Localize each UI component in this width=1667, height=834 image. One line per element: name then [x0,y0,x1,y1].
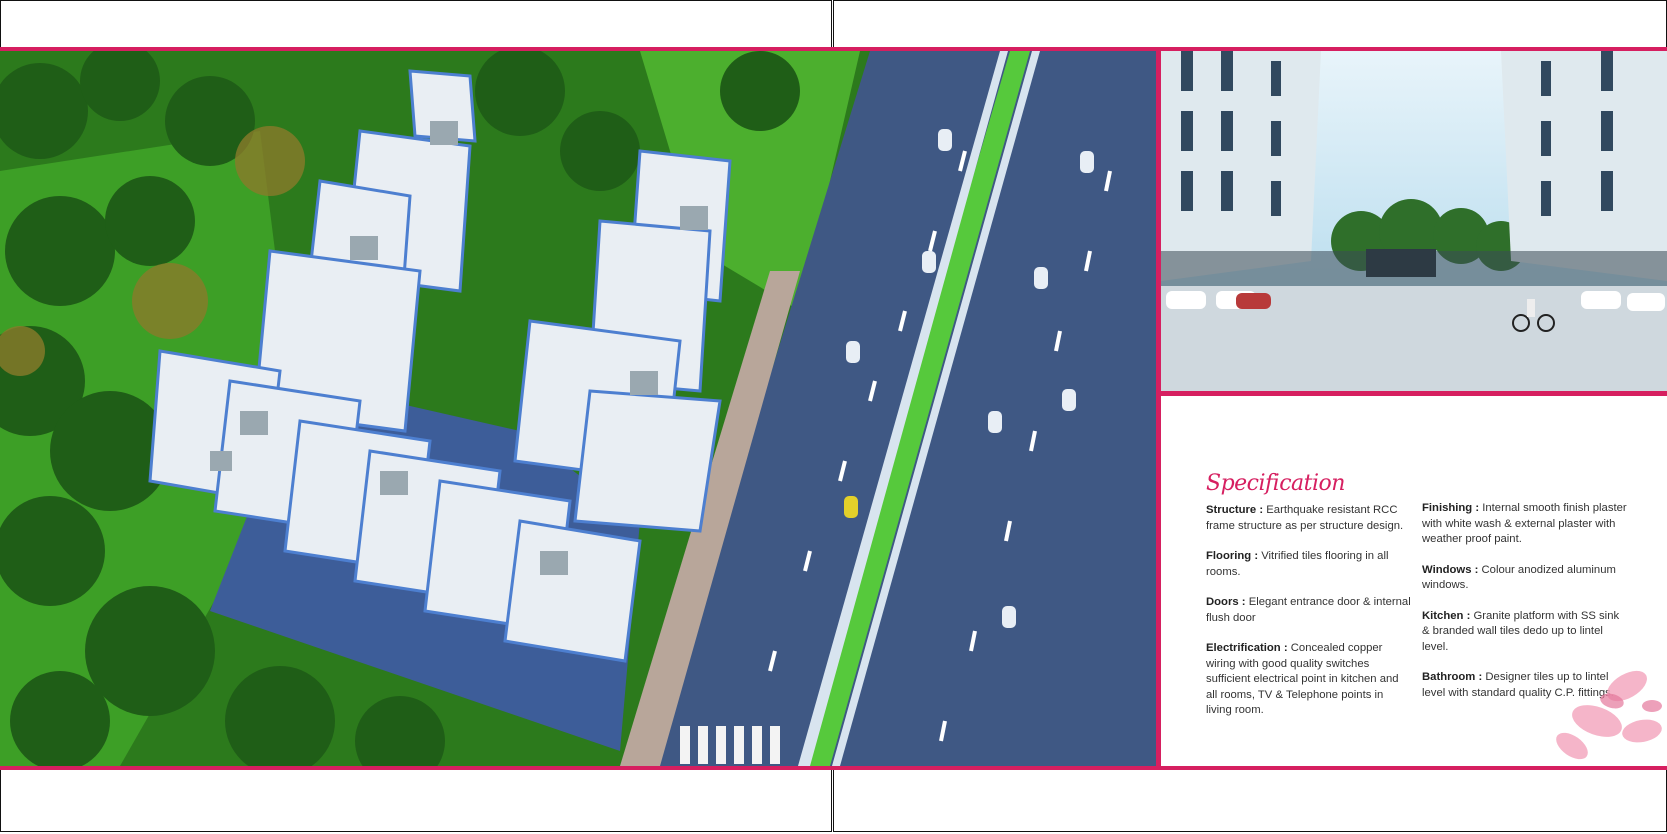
spec-key: Electrification : [1206,642,1288,654]
street-view-render [1161,51,1667,391]
spec-key: Kitchen : [1422,609,1471,622]
spec-item-finishing: Finishing : Internal smooth finish plast… [1422,501,1627,548]
aerial-view-render [0,51,1156,766]
specification-title: Specification [1206,471,1345,496]
spec-key: Structure : [1206,504,1264,516]
spec-item-electrification: Electrification : Concealed copper wirin… [1206,641,1411,719]
spec-column-left: Structure : Earthquake resistant RCC fra… [1206,503,1411,734]
spec-key: Flooring : [1206,550,1259,562]
rose-petals-decoration [1556,670,1662,760]
spec-key: Finishing : [1422,502,1480,514]
spec-item-flooring: Flooring : Vitrified tiles flooring in a… [1206,549,1411,580]
spec-item-structure: Structure : Earthquake resistant RCC fra… [1206,503,1411,534]
bottom-accent-band [0,766,1667,770]
brochure-spread: Specification Structure : Earthquake res… [0,51,1667,766]
spec-item-doors: Doors : Elegant entrance door & internal… [1206,595,1411,626]
spec-key: Windows : [1422,563,1479,576]
specification-panel: Specification Structure : Earthquake res… [1161,396,1667,766]
spec-key: Bathroom : [1422,671,1483,683]
spec-key: Doors : [1206,596,1246,608]
spec-item-windows: Windows : Colour anodized aluminum windo… [1422,563,1627,594]
